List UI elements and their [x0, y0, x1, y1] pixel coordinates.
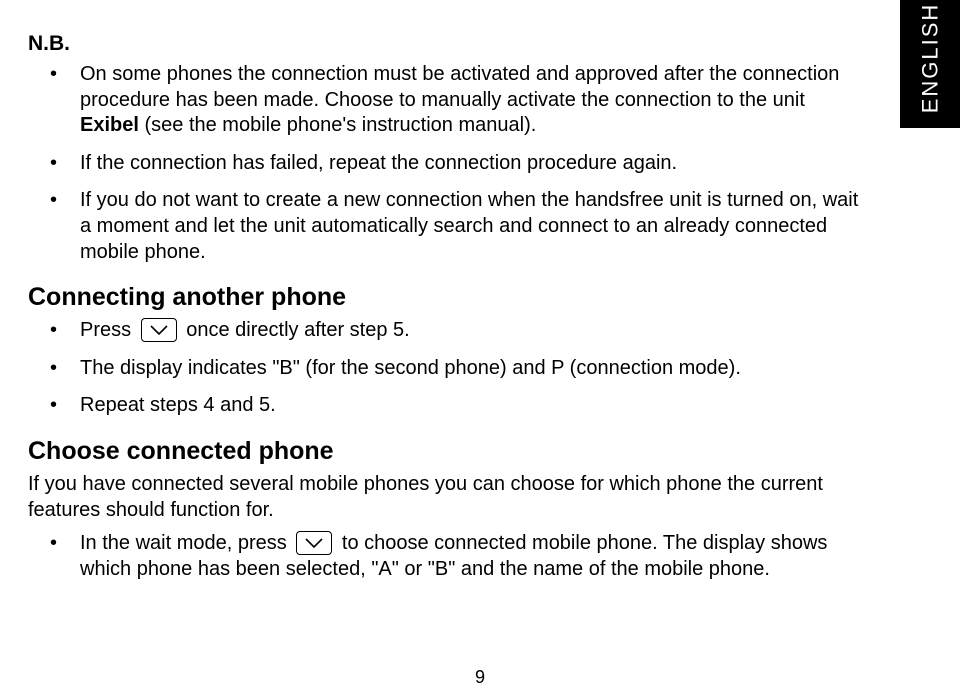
text-run: Press: [80, 319, 137, 341]
text-run: once directly after step 5.: [186, 319, 409, 341]
down-arrow-icon: [296, 531, 332, 555]
text-run: On some phones the connection must be ac…: [80, 63, 839, 111]
connect-list: Press once directly after step 5. The di…: [28, 318, 864, 419]
nb-heading: N.B.: [28, 32, 864, 56]
list-item: The display indicates "B" (for the secon…: [80, 356, 864, 382]
language-label: ENGLISH: [917, 3, 943, 114]
list-item: Press once directly after step 5.: [80, 318, 864, 344]
page-number: 9: [0, 667, 960, 688]
list-item: If you do not want to create a new conne…: [80, 188, 864, 265]
text-run: In the wait mode, press: [80, 532, 292, 554]
bold-run: Exibel: [80, 114, 139, 136]
list-item: On some phones the connection must be ac…: [80, 62, 864, 139]
page-content: N.B. On some phones the connection must …: [28, 32, 864, 600]
list-item: In the wait mode, press to choose connec…: [80, 531, 864, 582]
nb-list: On some phones the connection must be ac…: [28, 62, 864, 265]
list-item: If the connection has failed, repeat the…: [80, 151, 864, 177]
language-tab: ENGLISH: [900, 0, 960, 128]
text-run: (see the mobile phone's instruction manu…: [139, 114, 536, 136]
section-heading-connecting: Connecting another phone: [28, 283, 864, 312]
list-item: Repeat steps 4 and 5.: [80, 393, 864, 419]
section-heading-choose: Choose connected phone: [28, 437, 864, 466]
choose-list: In the wait mode, press to choose connec…: [28, 531, 864, 582]
choose-intro: If you have connected several mobile pho…: [28, 472, 864, 523]
down-arrow-icon: [141, 318, 177, 342]
